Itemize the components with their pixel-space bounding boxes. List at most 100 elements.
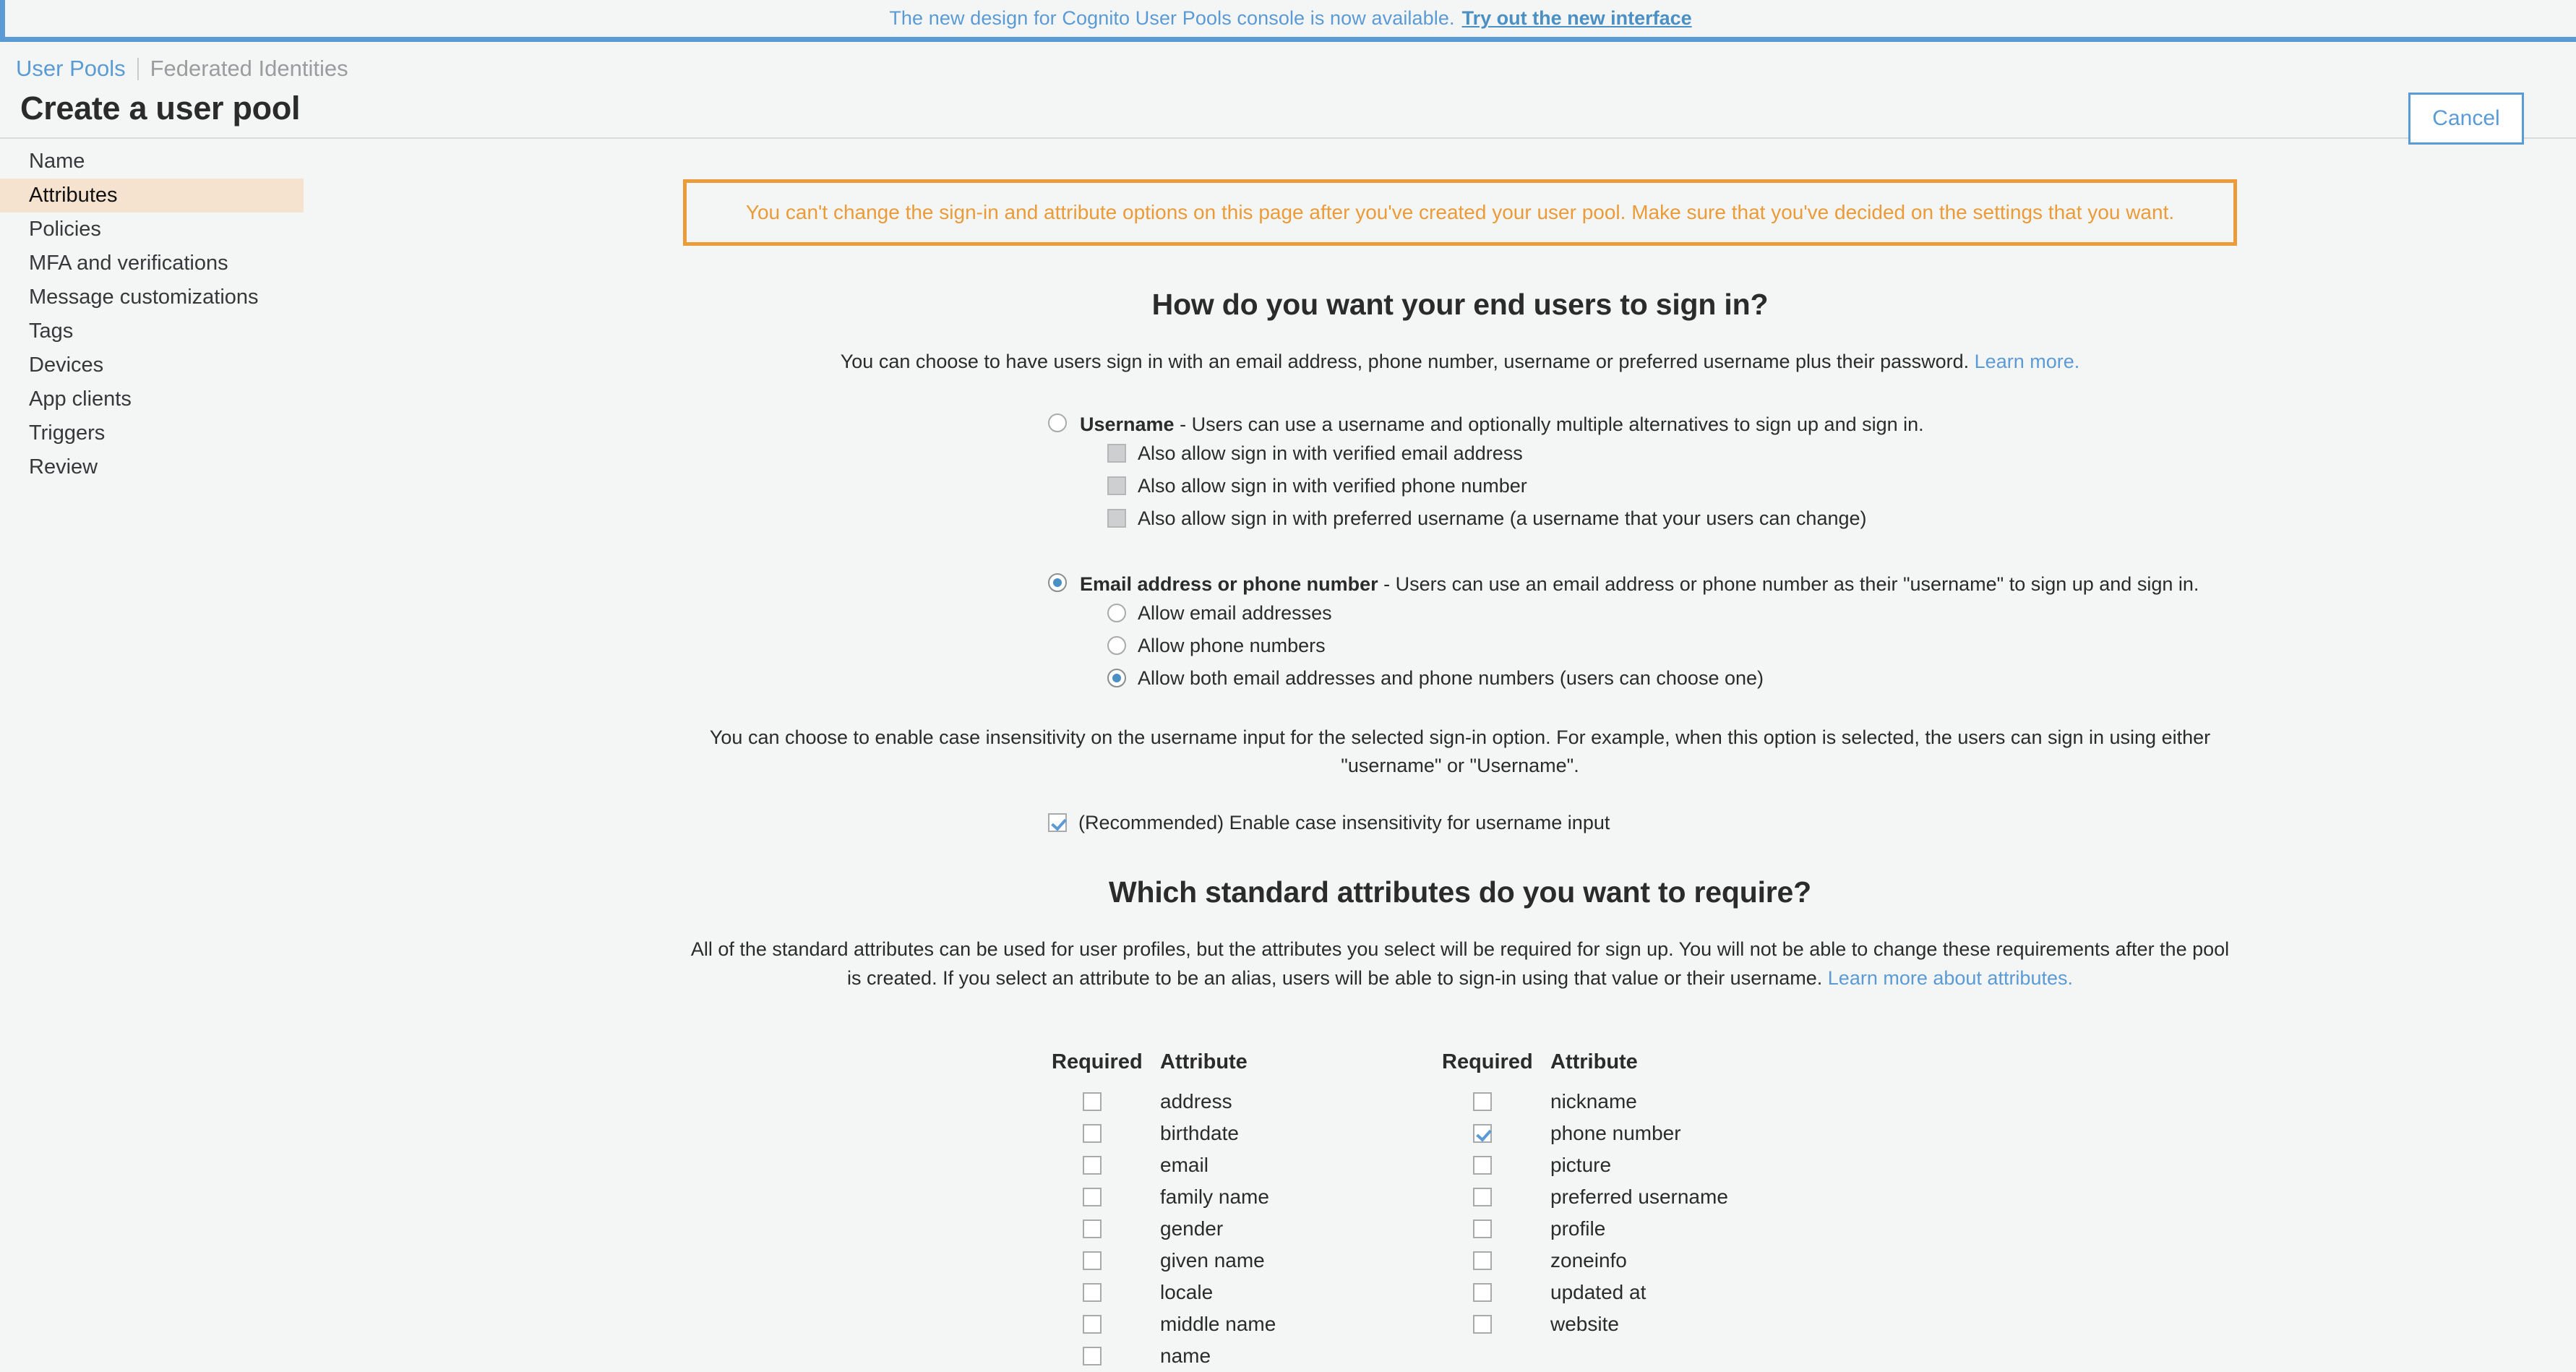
username-radio[interactable] (1048, 413, 1067, 433)
table-row[interactable]: updated at (1442, 1277, 1832, 1308)
attribute-name-zoneinfo: zoneinfo (1550, 1248, 1627, 1272)
attributes-heading: Which standard attributes do you want to… (1109, 875, 1811, 909)
table-row[interactable]: nickname (1442, 1086, 1832, 1118)
attribute-checkbox-family-name[interactable] (1083, 1187, 1102, 1206)
verified-email-checkbox (1107, 444, 1126, 463)
warning-banner: You can't change the sign-in and attribu… (683, 179, 2237, 246)
required-cell (1052, 1346, 1160, 1365)
sidebar-item-name[interactable]: Name (0, 145, 304, 179)
sidebar-item-review[interactable]: Review (0, 450, 304, 484)
attribute-name-website: website (1550, 1312, 1619, 1335)
allow-phone-radio[interactable] (1107, 636, 1126, 656)
attribute-checkbox-profile[interactable] (1473, 1219, 1492, 1238)
standard-attributes-table: Required Attribute address birthdate ema… (1052, 1050, 2576, 1372)
table-row[interactable]: address (1052, 1086, 1442, 1118)
announcement-text: The new design for Cognito User Pools co… (889, 7, 1455, 29)
checkbox-row-verified-phone[interactable]: Also allow sign in with verified phone n… (1107, 475, 2576, 497)
sidebar-item-message-customizations[interactable]: Message customizations (0, 280, 304, 314)
required-cell (1442, 1314, 1550, 1334)
attribute-checkbox-middle-name[interactable] (1083, 1314, 1102, 1334)
sidebar-item-tags[interactable]: Tags (0, 314, 304, 348)
sidebar-item-devices[interactable]: Devices (0, 348, 304, 382)
attribute-checkbox-preferred-username[interactable] (1473, 1187, 1492, 1206)
case-insensitivity-checkbox[interactable] (1048, 813, 1067, 833)
attribute-checkbox-nickname[interactable] (1473, 1092, 1492, 1111)
verified-phone-checkbox (1107, 476, 1126, 496)
attribute-checkbox-email[interactable] (1083, 1155, 1102, 1175)
sidebar-item-policies[interactable]: Policies (0, 213, 304, 246)
attribute-name-phone-number: phone number (1550, 1121, 1681, 1144)
attribute-name-locale: locale (1160, 1280, 1214, 1303)
attribute-name-birthdate: birthdate (1160, 1121, 1239, 1144)
checkbox-row-case-insensitivity[interactable]: (Recommended) Enable case insensitivity … (1048, 812, 2576, 833)
table-row[interactable]: zoneinfo (1442, 1245, 1832, 1277)
table-row[interactable]: phone number (1442, 1118, 1832, 1149)
attributes-description: All of the standard attributes can be us… (683, 935, 2237, 992)
table-row[interactable]: email (1052, 1149, 1442, 1181)
main-content: You can't change the sign-in and attribu… (304, 145, 2576, 1372)
service-tabs: User Pools Federated Identities (0, 52, 2576, 85)
email-or-phone-radio[interactable] (1048, 573, 1067, 593)
tab-user-pools[interactable]: User Pools (16, 56, 137, 82)
email-or-phone-option-rest: - Users can use an email address or phon… (1378, 573, 2199, 596)
sidebar-item-triggers[interactable]: Triggers (0, 416, 304, 450)
radio-option-email-or-phone[interactable]: Email address or phone number - Users ca… (1048, 573, 2576, 595)
options-spacer (1048, 540, 2576, 573)
signin-learn-more-link[interactable]: Learn more. (1975, 351, 2080, 372)
attribute-checkbox-picture[interactable] (1473, 1155, 1492, 1175)
table-row[interactable]: preferred username (1442, 1181, 1832, 1213)
required-cell (1052, 1155, 1160, 1175)
required-cell (1052, 1219, 1160, 1238)
required-cell (1442, 1155, 1550, 1175)
required-cell (1052, 1282, 1160, 1302)
attribute-checkbox-phone-number[interactable] (1473, 1123, 1492, 1143)
allow-email-radio[interactable] (1107, 604, 1126, 623)
table-row[interactable]: name (1052, 1340, 1442, 1372)
required-cell (1052, 1187, 1160, 1206)
allow-both-radio[interactable] (1107, 669, 1126, 688)
radio-row-allow-both[interactable]: Allow both email addresses and phone num… (1107, 667, 2576, 689)
attribute-name-profile: profile (1550, 1217, 1606, 1240)
table-row[interactable]: website (1442, 1308, 1832, 1340)
case-insensitivity-note: You can choose to enable case insensitiv… (709, 726, 2211, 777)
required-cell (1442, 1219, 1550, 1238)
preferred-username-checkbox (1107, 509, 1126, 528)
attribute-name-gender: gender (1160, 1217, 1224, 1240)
announcement-banner: The new design for Cognito User Pools co… (0, 0, 2576, 42)
checkbox-row-verified-email[interactable]: Also allow sign in with verified email a… (1107, 442, 2576, 464)
attribute-checkbox-address[interactable] (1083, 1092, 1102, 1111)
table-row[interactable]: locale (1052, 1277, 1442, 1308)
attribute-checkbox-birthdate[interactable] (1083, 1123, 1102, 1143)
cancel-button[interactable]: Cancel (2408, 93, 2524, 145)
table-row[interactable]: middle name (1052, 1308, 1442, 1340)
table-row[interactable]: picture (1442, 1149, 1832, 1181)
radio-row-allow-phone[interactable]: Allow phone numbers (1107, 635, 2576, 656)
sidebar-item-attributes[interactable]: Attributes (0, 179, 304, 213)
sidebar-item-app-clients[interactable]: App clients (0, 382, 304, 416)
attributes-learn-more-link[interactable]: Learn more about attributes. (1828, 967, 2073, 989)
table-row[interactable]: given name (1052, 1245, 1442, 1277)
checkbox-row-preferred-username[interactable]: Also allow sign in with preferred userna… (1107, 507, 2576, 529)
table-row[interactable]: profile (1442, 1213, 1832, 1245)
left-column-header: Required Attribute (1052, 1050, 1442, 1074)
signin-description-text: You can choose to have users sign in wit… (840, 351, 1970, 372)
tab-federated-identities[interactable]: Federated Identities (139, 56, 348, 82)
radio-row-allow-email[interactable]: Allow email addresses (1107, 602, 2576, 624)
attribute-checkbox-website[interactable] (1473, 1314, 1492, 1334)
attribute-checkbox-given-name[interactable] (1083, 1251, 1102, 1270)
table-row[interactable]: birthdate (1052, 1118, 1442, 1149)
attribute-name-family-name: family name (1160, 1185, 1269, 1208)
attribute-checkbox-gender[interactable] (1083, 1219, 1102, 1238)
radio-option-username[interactable]: Username - Users can use a username and … (1048, 413, 2576, 435)
table-row[interactable]: family name (1052, 1181, 1442, 1213)
username-option-bold: Username (1080, 413, 1175, 436)
attribute-checkbox-locale[interactable] (1083, 1282, 1102, 1302)
attribute-checkbox-zoneinfo[interactable] (1473, 1251, 1492, 1270)
required-cell (1442, 1251, 1550, 1270)
allow-phone-label: Allow phone numbers (1138, 635, 1326, 657)
attribute-checkbox-updated-at[interactable] (1473, 1282, 1492, 1302)
table-row[interactable]: gender (1052, 1213, 1442, 1245)
attribute-checkbox-name[interactable] (1083, 1346, 1102, 1365)
sidebar-item-mfa-and-verifications[interactable]: MFA and verifications (0, 246, 304, 280)
try-new-interface-link[interactable]: Try out the new interface (1462, 7, 1692, 30)
